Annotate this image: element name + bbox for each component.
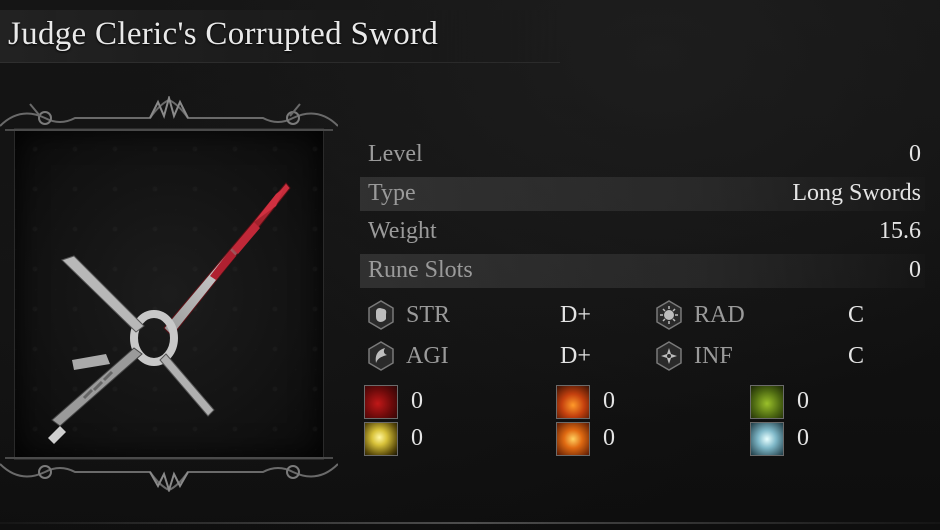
element-value: 0 bbox=[797, 425, 809, 451]
attribute-name: STR bbox=[406, 302, 451, 328]
frost-crystal-icon bbox=[750, 422, 784, 456]
attribute-str: STR D+ bbox=[366, 300, 606, 334]
stat-value: 0 bbox=[909, 257, 921, 283]
attribute-agi: AGI D+ bbox=[366, 341, 606, 375]
element-value: 0 bbox=[411, 388, 423, 414]
frame-ornament-bottom bbox=[0, 457, 338, 492]
infusion-star-icon bbox=[656, 341, 682, 371]
attribute-grade: C bbox=[848, 302, 865, 328]
element-value: 0 bbox=[603, 388, 615, 414]
holy-light-icon bbox=[364, 422, 398, 456]
attribute-name: INF bbox=[694, 343, 733, 369]
element-value: 0 bbox=[603, 425, 615, 451]
poison-cloud-icon bbox=[750, 385, 784, 419]
stat-label: Type bbox=[368, 180, 416, 206]
fire-explosion-icon bbox=[556, 422, 590, 456]
stat-value: 15.6 bbox=[879, 218, 921, 244]
stat-label: Rune Slots bbox=[368, 257, 473, 283]
stat-row-level: Level 0 bbox=[360, 138, 925, 172]
radiance-sun-icon bbox=[656, 300, 682, 330]
stat-label: Level bbox=[368, 141, 423, 167]
attribute-grade: C bbox=[848, 343, 865, 369]
strength-fist-icon bbox=[368, 300, 394, 330]
item-title: Judge Cleric's Corrupted Sword bbox=[8, 16, 439, 52]
bottom-divider bbox=[0, 522, 940, 524]
blood-splatter-icon bbox=[364, 385, 398, 419]
attribute-name: RAD bbox=[694, 302, 745, 328]
attribute-rad: RAD C bbox=[654, 300, 894, 334]
stat-label: Weight bbox=[368, 218, 437, 244]
attribute-inf: INF C bbox=[654, 341, 894, 375]
stat-value: 0 bbox=[909, 141, 921, 167]
attribute-name: AGI bbox=[406, 343, 449, 369]
element-value: 0 bbox=[411, 425, 423, 451]
fire-burst-icon bbox=[556, 385, 590, 419]
agility-crescent-icon bbox=[368, 341, 394, 371]
stat-row-weight: Weight 15.6 bbox=[360, 215, 925, 249]
attribute-grade: D+ bbox=[560, 343, 591, 369]
attribute-grade: D+ bbox=[560, 302, 591, 328]
stat-row-type: Type Long Swords bbox=[360, 177, 925, 211]
sword-image bbox=[48, 182, 291, 444]
stat-row-rune-slots: Rune Slots 0 bbox=[360, 254, 925, 288]
element-value: 0 bbox=[797, 388, 809, 414]
stat-value: Long Swords bbox=[792, 180, 921, 206]
